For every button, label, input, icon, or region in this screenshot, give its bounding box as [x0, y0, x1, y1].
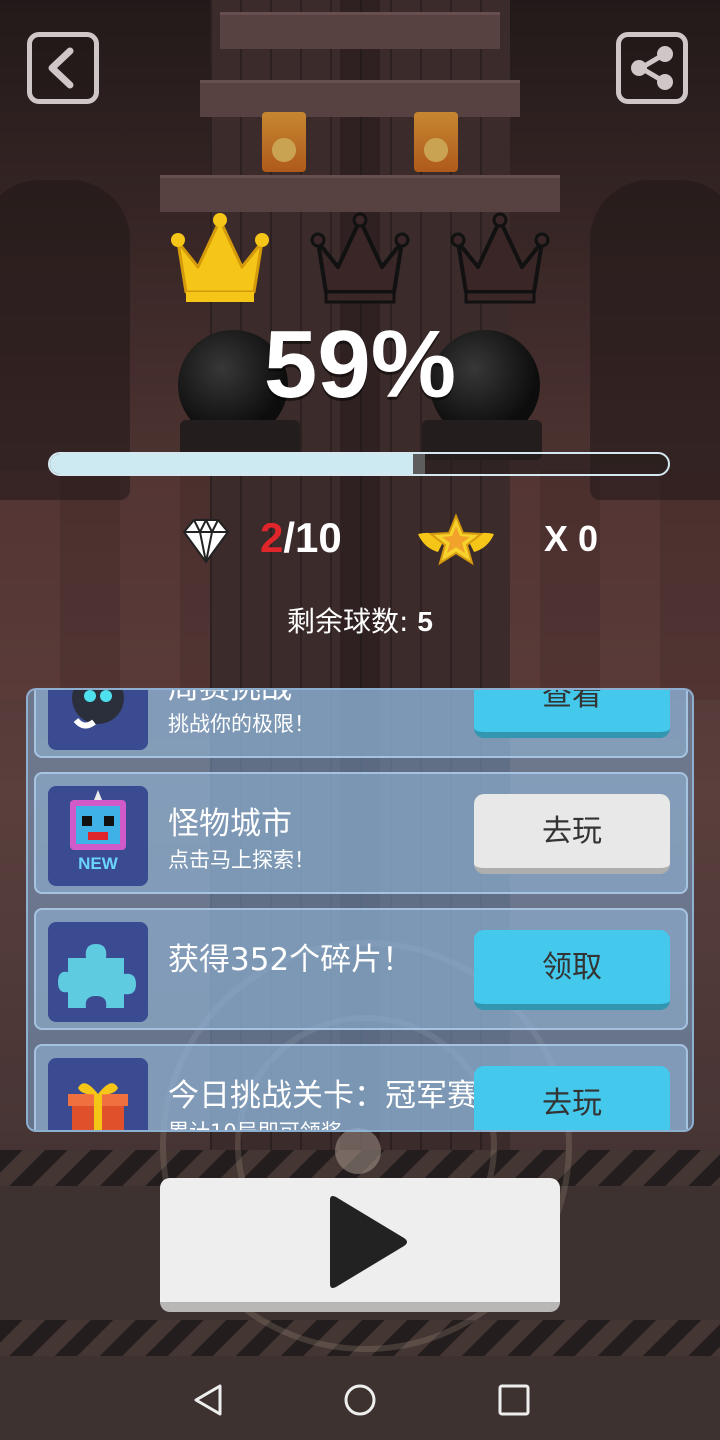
offer-subtitle: 点击马上探索！: [168, 848, 315, 872]
nav-home-icon[interactable]: [342, 1382, 378, 1418]
monster-new-icon: NEW: [48, 786, 148, 886]
share-button[interactable]: [616, 32, 688, 104]
offers-panel[interactable]: 周赛挑战 挑战你的极限！ 查看 NEW 怪物城市 点击马上探索！ 去玩 获得35…: [26, 688, 694, 1132]
nav-recents-icon[interactable]: [496, 1382, 532, 1418]
claim-button[interactable]: 领取: [474, 930, 670, 1010]
progress-bar-marker: [412, 454, 425, 474]
crown-icon-empty: [450, 212, 550, 304]
crown-icon-earned: [171, 213, 269, 302]
offer-card-weekly-challenge[interactable]: 周赛挑战 挑战你的极限！ 查看: [34, 688, 688, 758]
crown-icon-empty: [310, 212, 410, 304]
balls-left-label: 剩余球数:: [287, 605, 418, 638]
go-play-button[interactable]: 去玩: [474, 794, 670, 874]
offer-title: 周赛挑战: [168, 688, 292, 706]
gems-total: /10: [283, 514, 342, 561]
balls-left: 剩余球数: 5: [0, 600, 720, 640]
offer-subtitle: 挑战你的极限！: [168, 712, 315, 736]
nav-back-icon[interactable]: [190, 1382, 226, 1418]
gift-icon: [48, 1058, 148, 1130]
play-button[interactable]: [160, 1178, 560, 1312]
offer-card-daily-challenge[interactable]: 今日挑战关卡：冠军赛 累计10局即可领奖 去玩: [34, 1044, 688, 1132]
offer-title: 获得352个碎片！: [168, 942, 414, 978]
progress-percent: 59%: [263, 311, 457, 418]
diamond-icon: [182, 517, 230, 564]
progress-bar-fill: [50, 454, 415, 474]
view-button[interactable]: 查看: [474, 690, 670, 738]
puzzle-piece-icon: [48, 922, 148, 1022]
offer-card-fragments[interactable]: 获得352个碎片！ 领取: [34, 908, 688, 1030]
gems-collected: 2: [260, 514, 284, 561]
gem-counter: 2/10: [260, 514, 342, 562]
level-progress-bar: [48, 452, 670, 476]
balls-left-value: 5: [417, 606, 433, 637]
share-icon: [631, 46, 673, 90]
star-counter: X 0: [544, 518, 599, 559]
level-stats: 2/10 X 0: [0, 510, 720, 570]
system-navigation-bar: [0, 1360, 720, 1440]
new-badge: NEW: [78, 854, 118, 873]
back-arrow-icon: [48, 47, 74, 89]
robot-icon: [48, 690, 148, 750]
offer-subtitle: 累计10局即可领奖: [168, 1120, 342, 1132]
offer-title: 今日挑战关卡：冠军赛: [168, 1078, 478, 1114]
go-play-button[interactable]: 去玩: [474, 1066, 670, 1130]
play-icon: [330, 1196, 407, 1288]
offer-title: 怪物城市: [168, 806, 292, 842]
offer-card-monster-city[interactable]: NEW 怪物城市 点击马上探索！ 去玩: [34, 772, 688, 894]
winged-star-icon: [418, 513, 494, 566]
back-button[interactable]: [27, 32, 99, 104]
